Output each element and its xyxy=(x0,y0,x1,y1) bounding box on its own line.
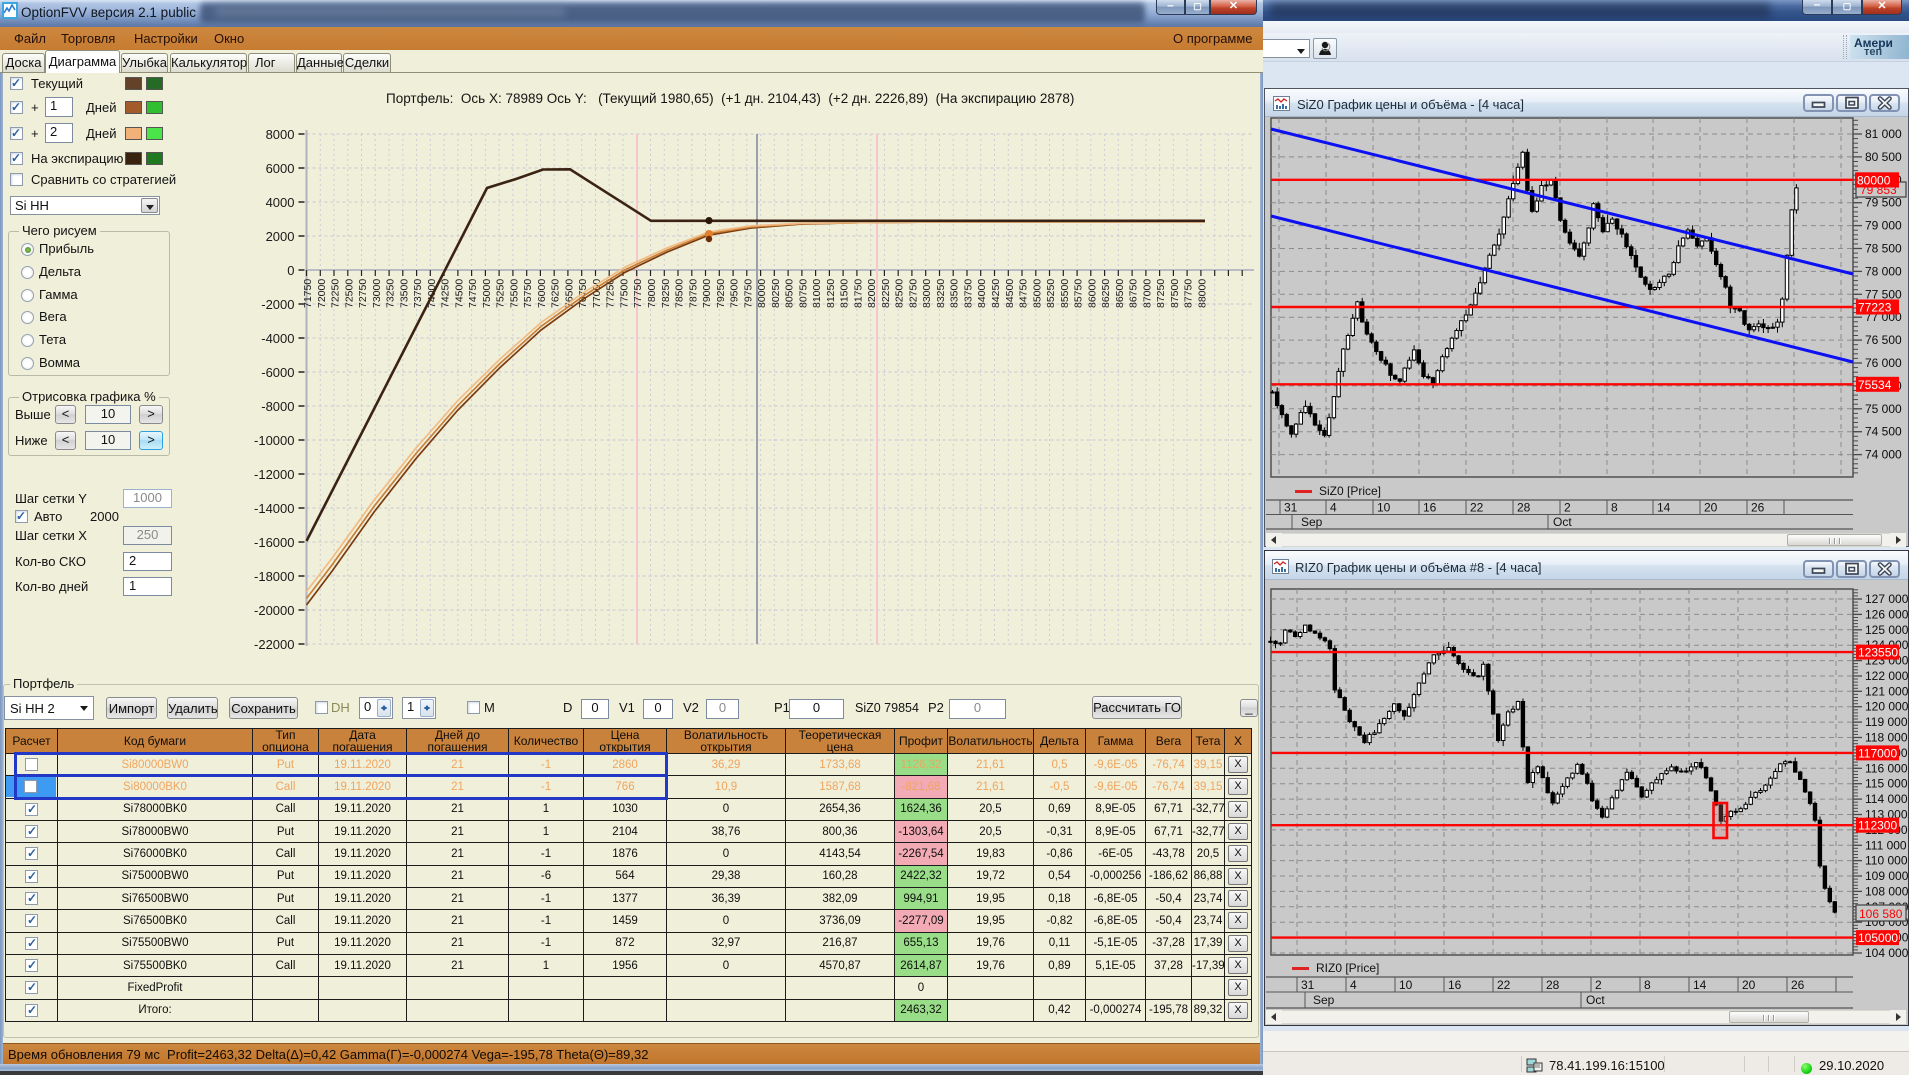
svg-text:0: 0 xyxy=(287,263,294,278)
svg-text:72750: 72750 xyxy=(357,279,369,308)
svg-text:84000: 84000 xyxy=(976,279,988,308)
svg-text:87750: 87750 xyxy=(1183,279,1195,308)
svg-text:-16000: -16000 xyxy=(254,535,294,550)
svg-text:80250: 80250 xyxy=(770,279,782,308)
svg-text:79000: 79000 xyxy=(701,279,713,308)
svg-text:8: 8 xyxy=(1644,978,1651,992)
svg-text:82750: 82750 xyxy=(907,279,919,308)
svg-text:85500: 85500 xyxy=(1059,279,1071,308)
svg-text:86500: 86500 xyxy=(1114,279,1126,308)
svg-text:82000: 82000 xyxy=(866,279,878,308)
svg-text:81250: 81250 xyxy=(825,279,837,308)
svg-text:79500: 79500 xyxy=(729,279,741,308)
svg-text:79250: 79250 xyxy=(715,279,727,308)
svg-text:77750: 77750 xyxy=(632,279,644,308)
svg-text:74250: 74250 xyxy=(440,279,452,308)
svg-text:31: 31 xyxy=(1301,978,1315,992)
svg-text:10: 10 xyxy=(1399,978,1413,992)
svg-text:76250: 76250 xyxy=(550,279,562,308)
svg-text:71750: 71750 xyxy=(302,279,314,308)
svg-text:83750: 83750 xyxy=(963,279,975,308)
svg-text:78750: 78750 xyxy=(687,279,699,308)
svg-text:75000: 75000 xyxy=(481,279,493,308)
svg-text:87500: 87500 xyxy=(1169,279,1181,308)
svg-text:78500: 78500 xyxy=(674,279,686,308)
svg-text:82500: 82500 xyxy=(894,279,906,308)
svg-text:75250: 75250 xyxy=(495,279,507,308)
svg-text:2000: 2000 xyxy=(266,229,295,244)
svg-text:83500: 83500 xyxy=(949,279,961,308)
svg-text:-10000: -10000 xyxy=(254,433,294,448)
svg-text:72250: 72250 xyxy=(330,279,342,308)
svg-text:84750: 84750 xyxy=(1018,279,1030,308)
svg-text:82250: 82250 xyxy=(880,279,892,308)
svg-text:78000: 78000 xyxy=(646,279,658,308)
svg-text:Oct: Oct xyxy=(1586,993,1605,1007)
svg-text:78250: 78250 xyxy=(660,279,672,308)
svg-text:-2000: -2000 xyxy=(261,297,294,312)
svg-text:85750: 85750 xyxy=(1073,279,1085,308)
svg-text:73500: 73500 xyxy=(398,279,410,308)
svg-text:-18000: -18000 xyxy=(254,569,294,584)
svg-text:16: 16 xyxy=(1448,978,1462,992)
svg-text:83250: 83250 xyxy=(935,279,947,308)
svg-text:75500: 75500 xyxy=(508,279,520,308)
svg-text:-22000: -22000 xyxy=(254,637,294,652)
svg-text:Sep: Sep xyxy=(1313,993,1335,1007)
svg-text:79750: 79750 xyxy=(742,279,754,308)
svg-text:-12000: -12000 xyxy=(254,467,294,482)
svg-text:80500: 80500 xyxy=(784,279,796,308)
svg-text:72000: 72000 xyxy=(316,279,328,308)
svg-text:4: 4 xyxy=(1350,978,1357,992)
svg-text:80000: 80000 xyxy=(756,279,768,308)
svg-text:85000: 85000 xyxy=(1031,279,1043,308)
svg-text:-4000: -4000 xyxy=(261,331,294,346)
svg-text:75750: 75750 xyxy=(522,279,534,308)
svg-text:87250: 87250 xyxy=(1155,279,1167,308)
svg-text:81000: 81000 xyxy=(811,279,823,308)
svg-text:83000: 83000 xyxy=(921,279,933,308)
svg-text:77250: 77250 xyxy=(605,279,617,308)
svg-text:84250: 84250 xyxy=(990,279,1002,308)
svg-text:86250: 86250 xyxy=(1100,279,1112,308)
svg-text:80750: 80750 xyxy=(797,279,809,308)
svg-text:73000: 73000 xyxy=(371,279,383,308)
svg-text:85250: 85250 xyxy=(1045,279,1057,308)
svg-text:-8000: -8000 xyxy=(261,399,294,414)
svg-text:73250: 73250 xyxy=(385,279,397,308)
svg-text:81500: 81500 xyxy=(839,279,851,308)
svg-text:77500: 77500 xyxy=(619,279,631,308)
svg-text:-6000: -6000 xyxy=(261,365,294,380)
svg-text:28: 28 xyxy=(1546,978,1560,992)
svg-text:74750: 74750 xyxy=(467,279,479,308)
svg-text:81750: 81750 xyxy=(852,279,864,308)
svg-text:4000: 4000 xyxy=(266,195,295,210)
svg-text:73750: 73750 xyxy=(412,279,424,308)
svg-text:84500: 84500 xyxy=(1004,279,1016,308)
svg-text:14: 14 xyxy=(1693,978,1707,992)
svg-text:22: 22 xyxy=(1497,978,1511,992)
svg-text:74500: 74500 xyxy=(453,279,465,308)
svg-text:6000: 6000 xyxy=(266,161,295,176)
svg-text:8000: 8000 xyxy=(266,127,295,142)
svg-text:-14000: -14000 xyxy=(254,501,294,516)
svg-text:88000: 88000 xyxy=(1196,279,1208,308)
svg-text:86750: 86750 xyxy=(1128,279,1140,308)
svg-text:2: 2 xyxy=(1595,978,1602,992)
svg-text:76000: 76000 xyxy=(536,279,548,308)
svg-text:87000: 87000 xyxy=(1141,279,1153,308)
svg-text:72500: 72500 xyxy=(343,279,355,308)
svg-text:20: 20 xyxy=(1742,978,1756,992)
svg-text:-20000: -20000 xyxy=(254,603,294,618)
svg-text:26: 26 xyxy=(1791,978,1805,992)
svg-text:86000: 86000 xyxy=(1086,279,1098,308)
